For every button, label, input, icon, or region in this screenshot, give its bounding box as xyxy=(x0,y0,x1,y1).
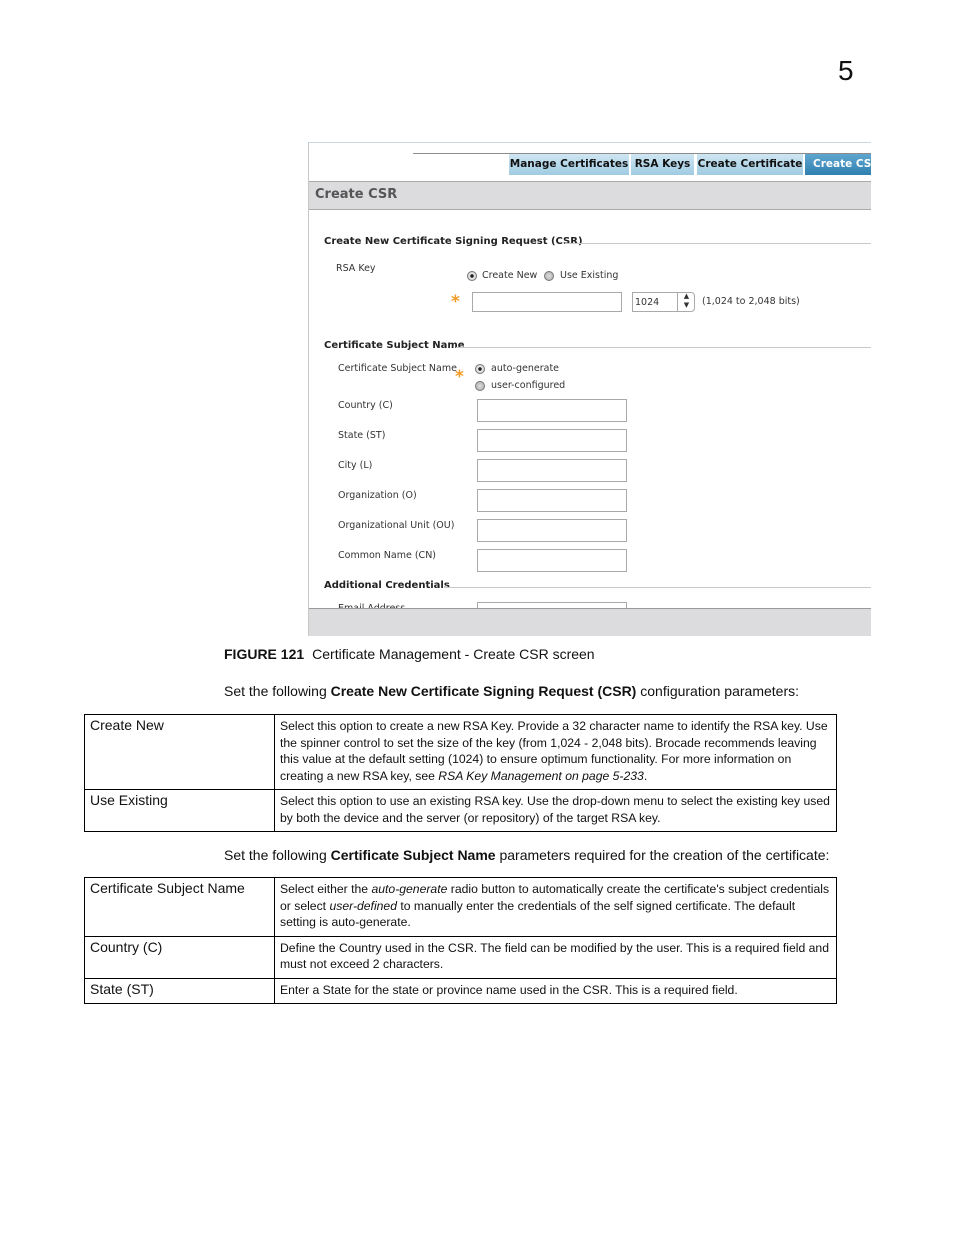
rsa-key-label: RSA Key xyxy=(336,263,376,274)
table-row: State (ST) Enter a State for the state o… xyxy=(84,977,837,1004)
tab-create-csr[interactable]: Create CSR xyxy=(805,154,871,175)
description-cell: Select this option to create a new RSA K… xyxy=(274,714,837,790)
radio-user-configured-label: user-configured xyxy=(491,380,566,391)
field-label-state: State (ST) xyxy=(338,430,386,441)
intro-text: configuration parameters: xyxy=(636,683,799,699)
intro-paragraph-2: Set the following Certificate Subject Na… xyxy=(224,847,829,863)
organization-input[interactable] xyxy=(477,489,627,512)
tab-manage-certificates[interactable]: Manage Certificates xyxy=(509,154,629,175)
country-input[interactable] xyxy=(477,399,627,422)
tab-create-certificate[interactable]: Create Certificate xyxy=(697,154,803,175)
field-label-org-unit: Organizational Unit (OU) xyxy=(338,520,455,531)
description-cell: Select either the auto-generate radio bu… xyxy=(274,877,837,937)
field-label-city: City (L) xyxy=(338,460,373,471)
intro-text: parameters required for the creation of … xyxy=(495,847,830,863)
key-size-hint: (1,024 to 2,048 bits) xyxy=(702,296,800,307)
intro-bold: Create New Certificate Signing Request (… xyxy=(330,683,637,699)
desc-italic: user-defined xyxy=(329,898,397,913)
radio-auto-generate-label: auto-generate xyxy=(491,363,560,374)
intro-bold: Certificate Subject Name xyxy=(330,847,496,863)
radio-auto-generate[interactable] xyxy=(475,364,485,374)
document-page: { "chapter_number": "5", "screenshot": {… xyxy=(0,0,954,1235)
state-input[interactable] xyxy=(477,429,627,452)
panel-footer xyxy=(309,608,871,636)
chapter-number: 5 xyxy=(838,55,854,86)
term-cell: Create New xyxy=(84,714,275,790)
table-row: Country (C) Define the Country used in t… xyxy=(84,935,837,979)
desc-italic: auto-generate xyxy=(371,882,448,896)
table-row: Use Existing Select this option to use a… xyxy=(84,789,837,832)
section-title-subject: Certificate Subject Name xyxy=(324,340,465,351)
rsa-key-name-input[interactable] xyxy=(472,292,622,312)
section-divider xyxy=(565,243,871,244)
subject-name-label: Certificate Subject Name xyxy=(338,363,457,374)
panel-header: Create CSR xyxy=(309,181,871,210)
field-label-organization: Organization (O) xyxy=(338,490,417,501)
desc-text: . xyxy=(643,768,648,783)
term-cell: Country (C) xyxy=(84,935,275,979)
description-cell: Select this option to use an existing RS… xyxy=(274,789,837,832)
tab-rsa-keys[interactable]: RSA Keys xyxy=(631,154,694,175)
org-unit-input[interactable] xyxy=(477,519,627,542)
section-divider xyxy=(444,587,871,588)
field-label-country: Country (C) xyxy=(338,400,393,411)
intro-text: Set the following xyxy=(224,847,331,863)
spinner-arrows-icon[interactable]: ▲ ▼ xyxy=(677,292,695,312)
required-asterisk-icon: * xyxy=(455,367,464,387)
figure-caption: FIGURE 121 Certificate Management - Creat… xyxy=(224,646,595,662)
radio-use-existing-label: Use Existing xyxy=(560,270,619,281)
create-csr-screenshot: Manage Certificates RSA Keys Create Cert… xyxy=(308,142,871,636)
description-cell: Define the Country used in the CSR. The … xyxy=(274,935,837,979)
radio-user-configured[interactable] xyxy=(475,381,485,391)
figure-number: FIGURE 121 xyxy=(224,646,305,662)
term-cell: State (ST) xyxy=(84,977,275,1004)
figure-title: Certificate Management - Create CSR scre… xyxy=(312,646,595,662)
radio-create-new[interactable] xyxy=(467,271,477,281)
desc-text: Select either the xyxy=(280,882,372,896)
field-label-common-name: Common Name (CN) xyxy=(338,550,437,561)
intro-text: Set the following xyxy=(224,683,331,699)
city-input[interactable] xyxy=(477,459,627,482)
radio-use-existing[interactable] xyxy=(544,271,554,281)
table-row: Create New Select this option to create … xyxy=(84,714,837,790)
cross-reference-link[interactable]: RSA Key Management on page 5-233 xyxy=(438,769,644,783)
table-row: Certificate Subject Name Select either t… xyxy=(84,877,837,937)
section-title-additional: Additional Credentials xyxy=(324,580,450,591)
csr-parameters-table: Create New Select this option to create … xyxy=(84,714,837,832)
panel-title: Create CSR xyxy=(315,187,398,202)
common-name-input[interactable] xyxy=(477,549,627,572)
term-cell: Use Existing xyxy=(84,789,275,832)
section-divider xyxy=(456,347,871,348)
required-asterisk-icon: * xyxy=(451,292,460,312)
term-cell: Certificate Subject Name xyxy=(84,877,275,937)
radio-create-new-label: Create New xyxy=(482,270,538,281)
intro-paragraph-1: Set the following Create New Certificate… xyxy=(224,683,799,699)
description-cell: Enter a State for the state or province … xyxy=(274,977,837,1004)
section-title-csr: Create New Certificate Signing Request (… xyxy=(324,236,583,247)
subject-parameters-table: Certificate Subject Name Select either t… xyxy=(84,877,837,1004)
